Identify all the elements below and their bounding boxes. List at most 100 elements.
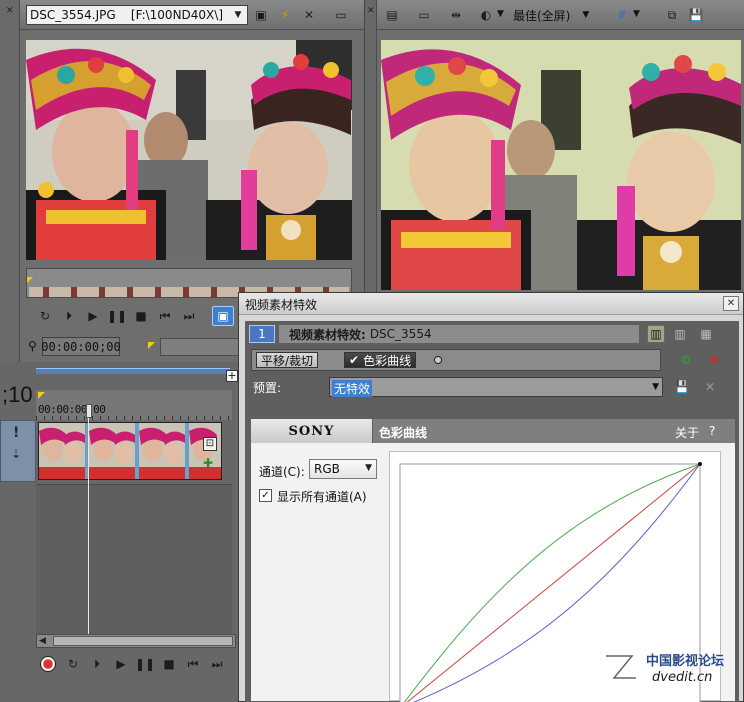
in-marker-icon xyxy=(148,342,155,349)
clip-selector-text: DSC_3554.JPG [F:\100ND40X\] xyxy=(30,8,223,22)
trimmer-photo-svg xyxy=(26,40,352,260)
next-frame-icon[interactable]: ⏭ xyxy=(208,655,226,673)
plugin-chain-icon[interactable]: ⚙ xyxy=(677,351,695,369)
prev-frame-icon[interactable]: ⏮ xyxy=(156,307,174,325)
watermark-line1: 中国影视论坛 xyxy=(646,654,725,669)
dialog-close-icon[interactable]: ✕ xyxy=(723,296,739,311)
preview-quality-text: 最佳(全屏) xyxy=(513,8,571,23)
stop-icon[interactable]: ■ xyxy=(132,307,150,325)
dialog-body: 1 视频素材特效: DSC_3554 ▥ ▥ ▦ 平移/裁切 ✔ 色彩曲线 ⚙ … xyxy=(245,321,739,702)
timeline-clip[interactable]: ⊡ ✚ xyxy=(38,422,222,480)
track-down-arrow-icon: ⇣ xyxy=(11,447,22,461)
pause-icon[interactable]: ❚❚ xyxy=(135,655,155,673)
about-link[interactable]: 关于 xyxy=(675,424,699,441)
play-icon[interactable]: ▶ xyxy=(112,655,130,673)
play-icon[interactable]: ▶ xyxy=(84,307,102,325)
chain-item-pan-crop[interactable]: 平移/裁切 xyxy=(256,352,319,368)
preview-overlay-chevron-icon[interactable]: ▼ xyxy=(497,9,504,19)
pause-icon[interactable]: ❚❚ xyxy=(107,307,127,325)
scroll-left-icon[interactable]: ◀ xyxy=(39,636,46,646)
play-from-start-icon[interactable]: ⏵ xyxy=(88,655,106,673)
track-marker: ! xyxy=(13,425,20,441)
timeline-scrollbar[interactable]: ◀ xyxy=(36,634,236,648)
stop-icon[interactable]: ■ xyxy=(160,655,178,673)
clip-fx-icon[interactable]: ✚ xyxy=(203,457,217,471)
fx-header-label: 视频素材特效: xyxy=(289,327,366,342)
sony-logo: SONY xyxy=(251,419,373,443)
clip-thumbnails-svg xyxy=(39,423,221,479)
timeline-panel: ;10 + 00:00:00;00 ! ⇣ ⊡ ✚ ◀ ↻ ⏵ ▶ ❚❚ ■ ⏮… xyxy=(0,362,238,702)
help-link[interactable]: ? xyxy=(709,424,715,438)
list-view-icon[interactable]: ▥ xyxy=(671,325,689,343)
fx-header-row: 1 视频素材特效: DSC_3554 ▥ ▥ ▦ xyxy=(249,325,735,345)
checkmark-icon: ✔ xyxy=(349,353,360,367)
preset-dropdown[interactable]: 无特效 ▼ xyxy=(329,377,663,397)
dialog-titlebar[interactable]: 视频素材特效 ✕ xyxy=(239,293,743,315)
clip-selector-dropdown[interactable]: DSC_3554.JPG [F:\100ND40X\] ▼ xyxy=(26,5,248,25)
copy-snapshot-icon[interactable]: ⧉ xyxy=(663,6,681,24)
loop-icon[interactable]: ↻ xyxy=(64,655,82,673)
preview-overlay-icon[interactable]: ◐ xyxy=(477,6,495,24)
trimmer-settings-icon[interactable]: ▣ xyxy=(252,6,270,24)
delete-preset-icon[interactable]: ✕ xyxy=(701,378,719,396)
track-number-badge: 1 xyxy=(249,325,275,343)
chevron-down-icon: ▼ xyxy=(652,382,659,392)
trimmer-toolbar: DSC_3554.JPG [F:\100ND40X\] ▼ ▣ ⚡ ✕ ▭ xyxy=(20,0,364,30)
clip-crop-icon[interactable]: ⊡ xyxy=(203,437,217,451)
close-icon[interactable]: ✕ xyxy=(300,6,318,24)
chain-end-node xyxy=(434,356,442,364)
track-header[interactable]: ! ⇣ xyxy=(0,420,36,482)
timeline-region-bar[interactable] xyxy=(36,368,230,374)
fx-header-bar: 视频素材特效: DSC_3554 xyxy=(279,325,639,343)
trimmer-timecode[interactable]: 00:00:00;00 xyxy=(41,337,121,356)
grid-icon[interactable]: # xyxy=(613,6,631,24)
preview-toolbar: ▤ ▭ ⇹ ◐ ▼ 最佳(全屏) ▼ # ▼ ⧉ 💾 xyxy=(377,0,744,30)
grid-view-icon[interactable]: ▦ xyxy=(697,325,715,343)
preview-quality-dropdown[interactable]: 最佳(全屏) ▼ xyxy=(513,7,589,23)
watermark: 中国影视论坛 dvedit.cn xyxy=(602,648,738,696)
play-from-start-icon[interactable]: ⏵ xyxy=(60,307,78,325)
chevron-down-icon: ▼ xyxy=(365,463,372,473)
save-preset-icon[interactable]: 💾 xyxy=(673,378,691,396)
loop-icon[interactable]: ↻ xyxy=(36,307,54,325)
next-frame-icon[interactable]: ⏭ xyxy=(180,307,198,325)
channel-value: RGB xyxy=(314,462,340,476)
grip-icon[interactable]: ✕ xyxy=(6,6,14,18)
lightning-icon[interactable]: ⚡ xyxy=(276,6,294,24)
prev-frame-icon[interactable]: ⏮ xyxy=(184,655,202,673)
remove-plugin-icon[interactable]: ✖ xyxy=(705,351,723,369)
ruler-ticks xyxy=(36,416,232,420)
chain-item-color-curves-label: 色彩曲线 xyxy=(363,353,412,368)
video-event-fx-dialog: 视频素材特效 ✕ 1 视频素材特效: DSC_3554 ▥ ▥ ▦ 平移/裁切 … xyxy=(238,292,744,702)
pin-icon[interactable]: ⚲ xyxy=(28,339,37,353)
chain-item-color-curves[interactable]: ✔ 色彩曲线 xyxy=(344,352,417,368)
split-screen-icon[interactable]: ⇹ xyxy=(447,6,465,24)
dialog-title: 视频素材特效 xyxy=(245,298,318,312)
grid-chevron-icon[interactable]: ▼ xyxy=(633,9,640,19)
channel-select[interactable]: RGB ▼ xyxy=(309,459,377,479)
preview-close-icon[interactable]: ✕ xyxy=(367,6,375,16)
timeline-ruler[interactable]: 00:00:00;00 xyxy=(36,390,232,420)
external-monitor-icon[interactable]: ▭ xyxy=(415,6,433,24)
preview-photo-svg xyxy=(381,40,741,290)
monitor-icon[interactable]: ▭ xyxy=(332,6,350,24)
timeline-ruler-time: 00:00:00;00 xyxy=(38,403,106,416)
preview-image xyxy=(381,40,741,290)
save-snapshot-icon[interactable]: 💾 xyxy=(687,6,705,24)
overlay-mode-icon[interactable]: ▣ xyxy=(212,306,234,326)
chain-view-icon[interactable]: ▥ xyxy=(647,325,665,343)
show-all-channels-checkbox[interactable]: ✓ xyxy=(259,489,272,502)
preview-panel: ✕ ▤ ▭ ⇹ ◐ ▼ 最佳(全屏) ▼ # ▼ ⧉ 💾 xyxy=(364,0,744,292)
plugin-name: 色彩曲线 xyxy=(379,426,428,440)
playhead[interactable] xyxy=(86,404,92,418)
preview-properties-icon[interactable]: ▤ xyxy=(383,6,401,24)
record-icon[interactable] xyxy=(40,656,56,672)
ruler-start-marker xyxy=(38,392,45,399)
checkmark-icon: ✓ xyxy=(261,490,270,501)
preview-left-strip: ✕ xyxy=(365,0,377,292)
scroll-thumb[interactable] xyxy=(53,636,233,646)
channel-label: 通道(C): xyxy=(259,465,305,479)
timeline-add-marker-icon[interactable]: + xyxy=(226,370,238,382)
chevron-down-icon: ▼ xyxy=(582,10,590,20)
show-all-channels-label: 显示所有通道(A) xyxy=(277,490,367,504)
